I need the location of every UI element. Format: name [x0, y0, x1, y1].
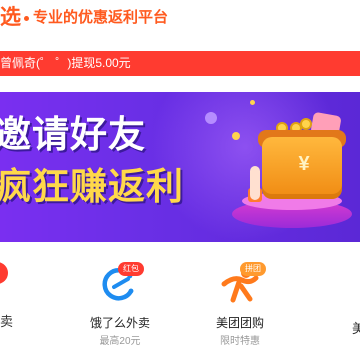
coin-icon [300, 118, 312, 130]
nav-item-label: 饿了么外卖 [89, 316, 150, 330]
partial-category-icon[interactable] [0, 262, 8, 284]
nav-item-subtitle: 限时特惠 [220, 336, 260, 347]
brand-logo-text: 选 [0, 6, 22, 29]
separator-dot [24, 16, 29, 21]
group-buy-tag: 拼团 [240, 262, 266, 276]
figure-illustration [250, 166, 260, 200]
withdraw-notice-text: 曾佩奇(゜ ゜)提现5.00元 [0, 56, 131, 70]
red-packet-tag: 红包 [118, 262, 144, 276]
slogan: 专业的优惠返利平台 [33, 9, 169, 26]
app-header: 选 专业的优惠返利平台 [0, 0, 360, 38]
decorative-dot [205, 112, 217, 124]
invite-banner[interactable]: 邀请好友 疯狂赚返利 ¥ [0, 92, 360, 242]
category-nav: 卖 红包 饿了么外卖 最高20元 拼团 美团团购 限时特惠 美 [0, 258, 360, 360]
yen-icon: ¥ [298, 153, 310, 175]
nav-item-meituan[interactable]: 拼团 美团团购 限时特惠 [180, 258, 300, 358]
banner-headline-line2: 疯狂赚返利 [0, 166, 184, 207]
decorative-dot [232, 132, 240, 140]
nav-item-subtitle: 最高20元 [99, 336, 141, 347]
partial-category-right[interactable]: 美 [352, 318, 360, 337]
nav-item-label: 美团团购 [215, 316, 264, 330]
banner-headline-line1: 邀请好友 [0, 114, 146, 155]
nav-item-eleme[interactable]: 红包 饿了么外卖 最高20元 [60, 258, 180, 358]
withdraw-notice-bar[interactable]: 曾佩奇(゜ ゜)提现5.00元 [0, 51, 360, 76]
decorative-dot [250, 100, 255, 105]
partial-category-label[interactable]: 卖 [0, 314, 13, 330]
